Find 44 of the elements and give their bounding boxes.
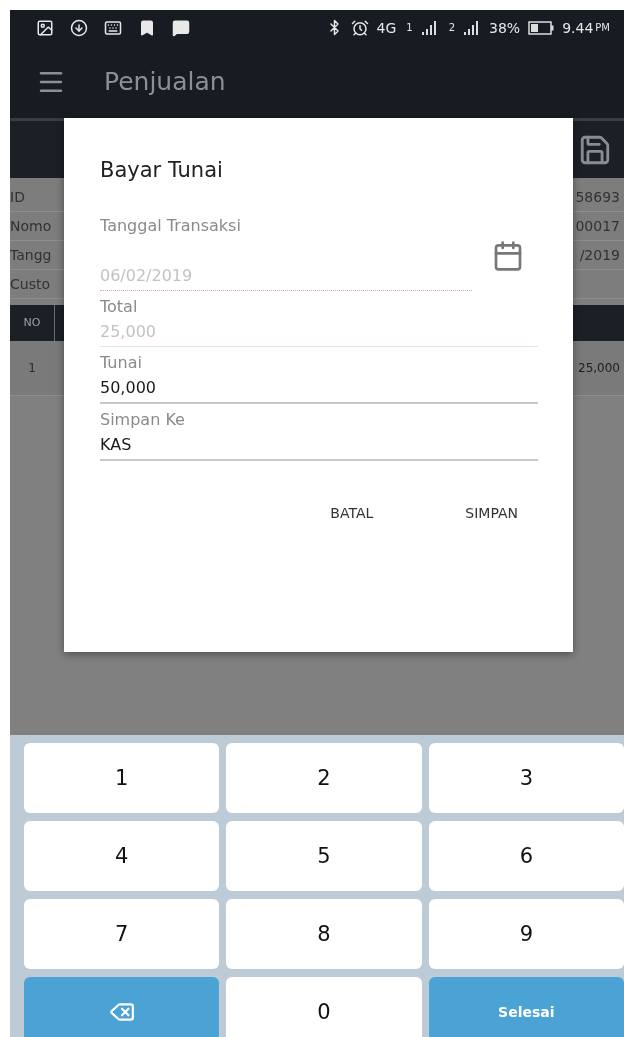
info-value: 00017 xyxy=(575,218,620,234)
dialog-title: Bayar Tunai xyxy=(100,158,223,182)
image-icon xyxy=(36,18,54,37)
digit-key[interactable]: 2 xyxy=(226,743,422,813)
info-value: 58693 xyxy=(575,189,620,205)
download-icon xyxy=(70,18,88,37)
digit-key[interactable]: 4 xyxy=(24,821,220,891)
input-field[interactable]: KAS xyxy=(100,435,538,461)
keyboard-icon xyxy=(104,18,122,37)
digit-key[interactable]: 7 xyxy=(24,899,220,969)
alarm-icon xyxy=(350,18,369,37)
field-label: Total xyxy=(100,297,138,316)
field-label: Tanggal Transaksi xyxy=(100,216,241,235)
digit-key[interactable]: 3 xyxy=(428,743,624,813)
digit-key[interactable]: 8 xyxy=(226,899,422,969)
sim-number: 1 xyxy=(406,22,413,33)
clock-time: 9.44 xyxy=(562,19,594,36)
app-title: Penjualan xyxy=(104,67,226,96)
digit-key[interactable]: 0 xyxy=(226,977,422,1037)
table-cell-text: 1 xyxy=(27,361,37,375)
info-label: Custo xyxy=(10,276,50,292)
field-label: Tunai xyxy=(100,353,142,372)
chat-icon xyxy=(172,18,190,37)
battery-icon xyxy=(528,20,555,35)
cancel-button[interactable]: BATAL xyxy=(330,501,374,525)
digit-key[interactable]: 1 xyxy=(24,743,220,813)
digit-key[interactable]: 9 xyxy=(428,899,624,969)
input-field[interactable]: 50,000 xyxy=(100,378,538,404)
info-value: /2019 xyxy=(579,247,620,263)
battery-percent: 38% xyxy=(489,19,521,36)
digit-key[interactable]: 6 xyxy=(428,821,624,891)
sim-number: 2 xyxy=(448,22,456,33)
signal-icon xyxy=(420,19,439,36)
time-suffix: PM xyxy=(595,22,610,33)
network-type: 4G xyxy=(376,19,397,36)
info-label: Tangg xyxy=(10,247,52,263)
calendar-icon[interactable] xyxy=(492,240,524,272)
save-button[interactable]: SIMPAN xyxy=(465,501,518,525)
info-label: ID xyxy=(10,189,25,205)
field-label: Simpan Ke xyxy=(100,410,185,429)
info-label: Nomo xyxy=(10,218,52,234)
digit-key[interactable]: 5 xyxy=(226,821,422,891)
table-cell: 25,000 xyxy=(578,361,620,375)
bookmark-icon xyxy=(138,18,156,37)
